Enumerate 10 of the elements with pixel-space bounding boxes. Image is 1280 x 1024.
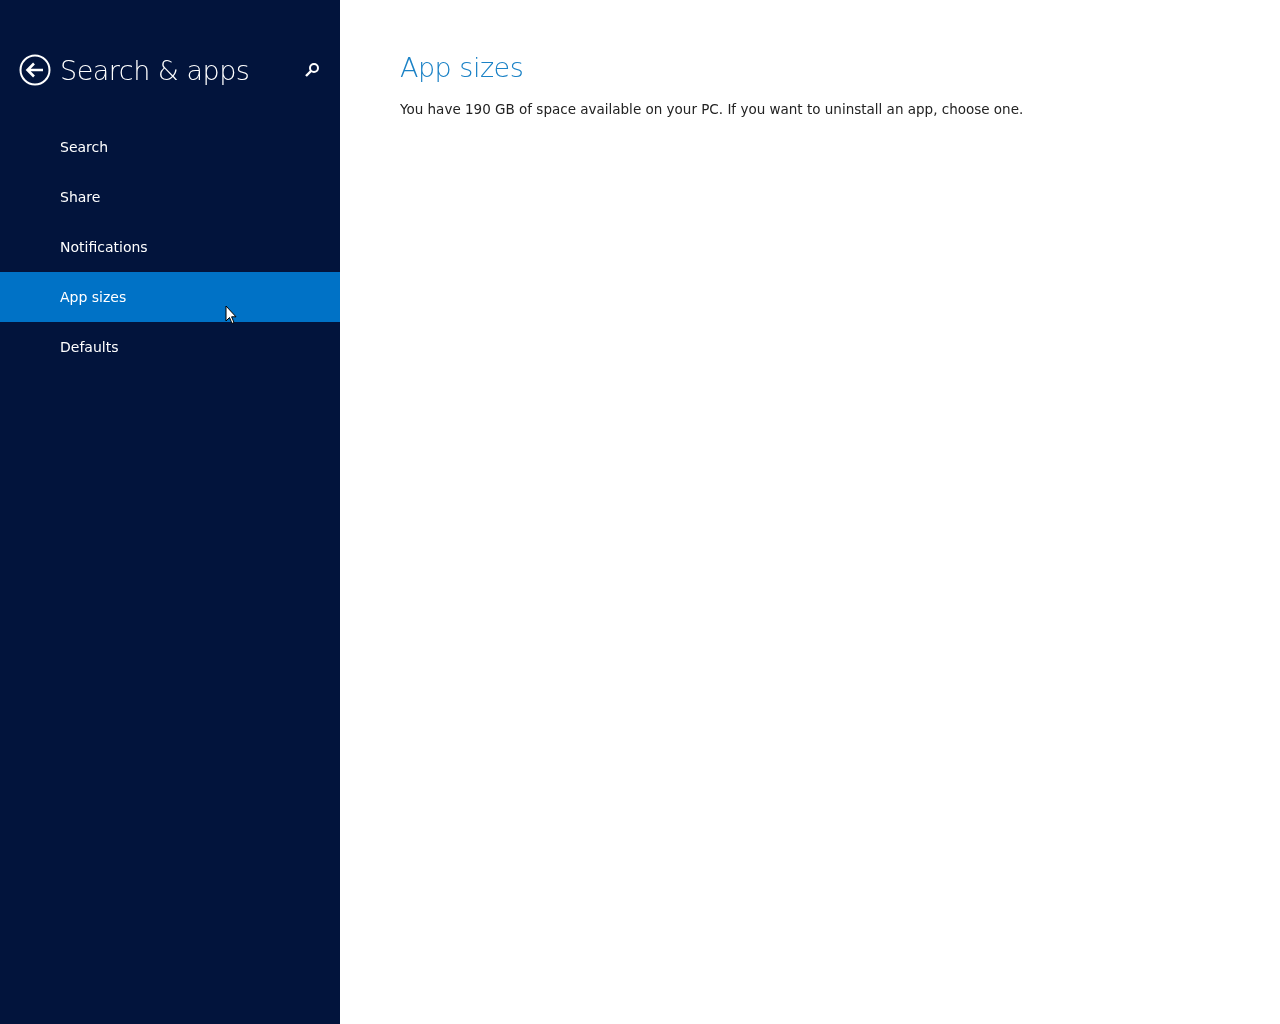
- sidebar-item[interactable]: App sizes: [0, 272, 340, 322]
- storage-info-text: You have 190 GB of space available on your PC. If you want to uninstall an app, choose one.: [400, 101, 1025, 117]
- search-icon[interactable]: [304, 62, 320, 78]
- sidebar-item[interactable]: Share: [0, 172, 340, 222]
- page-title: Search & apps: [60, 54, 251, 86]
- sidebar-item[interactable]: Search: [0, 122, 340, 172]
- sidebar-item[interactable]: Defaults: [0, 322, 340, 372]
- mouse-pointer-icon: [225, 305, 237, 325]
- section-heading: App sizes: [400, 52, 525, 83]
- sidebar-item[interactable]: Notifications: [0, 222, 340, 272]
